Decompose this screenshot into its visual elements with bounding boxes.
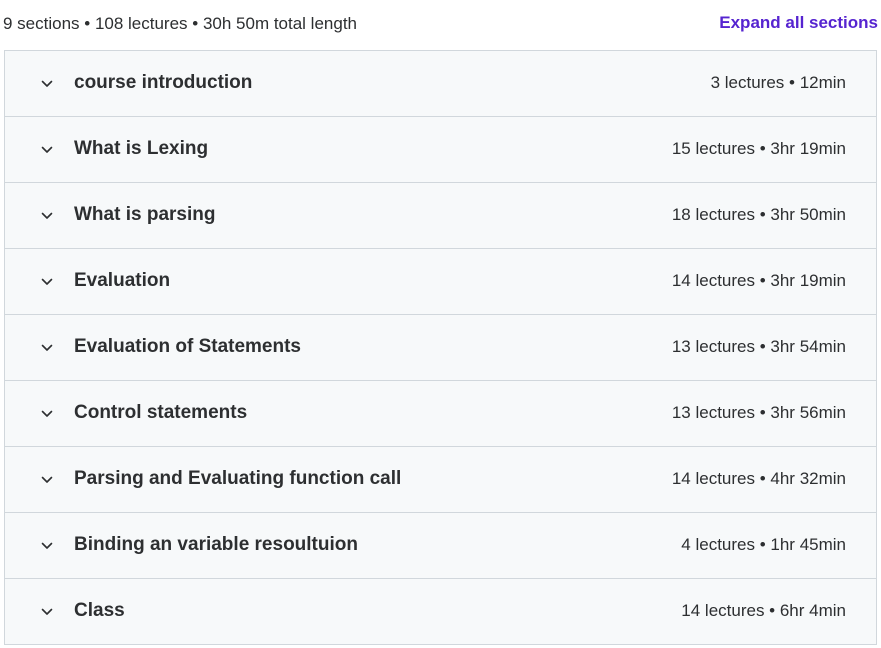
section-row[interactable]: course introduction 3 lectures • 12min [5,51,876,117]
chevron-down-icon [40,407,54,421]
section-meta: 14 lectures • 3hr 19min [671,271,846,290]
section-meta: 13 lectures • 3hr 54min [671,337,846,356]
section-row[interactable]: Binding an variable resoultuion 4 lectur… [5,513,876,579]
expand-all-sections-button[interactable]: Expand all sections [719,13,878,33]
section-meta: 14 lectures • 6hr 4min [681,601,846,620]
section-meta: 14 lectures • 4hr 32min [671,469,846,488]
section-title: Evaluation [74,270,171,291]
chevron-down-icon [40,275,54,289]
section-title: Evaluation of Statements [74,336,301,357]
section-row[interactable]: Evaluation 14 lectures • 3hr 19min [5,249,876,315]
section-row[interactable]: What is parsing 18 lectures • 3hr 50min [5,183,876,249]
section-row[interactable]: Class 14 lectures • 6hr 4min [5,579,876,645]
section-title: course introduction [74,72,253,93]
chevron-down-icon [40,473,54,487]
chevron-down-icon [40,605,54,619]
section-meta: 18 lectures • 3hr 50min [671,205,846,224]
section-meta: 13 lectures • 3hr 56min [671,403,846,422]
curriculum-sections-list: course introduction 3 lectures • 12min W… [4,50,877,645]
section-row[interactable]: Parsing and Evaluating function call 14 … [5,447,876,513]
chevron-down-icon [40,341,54,355]
chevron-down-icon [40,209,54,223]
section-title: Binding an variable resoultuion [74,534,358,555]
section-row[interactable]: What is Lexing 15 lectures • 3hr 19min [5,117,876,183]
section-title: Class [74,600,125,621]
curriculum-summary: 9 sections • 108 lectures • 30h 50m tota… [3,14,358,33]
chevron-down-icon [40,539,54,553]
section-title: What is parsing [74,204,216,225]
curriculum-header: 9 sections • 108 lectures • 30h 50m tota… [0,0,881,50]
section-title: Control statements [74,402,248,423]
section-meta: 3 lectures • 12min [710,73,846,92]
section-row[interactable]: Evaluation of Statements 13 lectures • 3… [5,315,876,381]
section-title: Parsing and Evaluating function call [74,468,402,489]
chevron-down-icon [40,77,54,91]
section-meta: 4 lectures • 1hr 45min [681,535,846,554]
section-meta: 15 lectures • 3hr 19min [671,139,846,158]
chevron-down-icon [40,143,54,157]
section-row[interactable]: Control statements 13 lectures • 3hr 56m… [5,381,876,447]
section-title: What is Lexing [74,138,209,159]
